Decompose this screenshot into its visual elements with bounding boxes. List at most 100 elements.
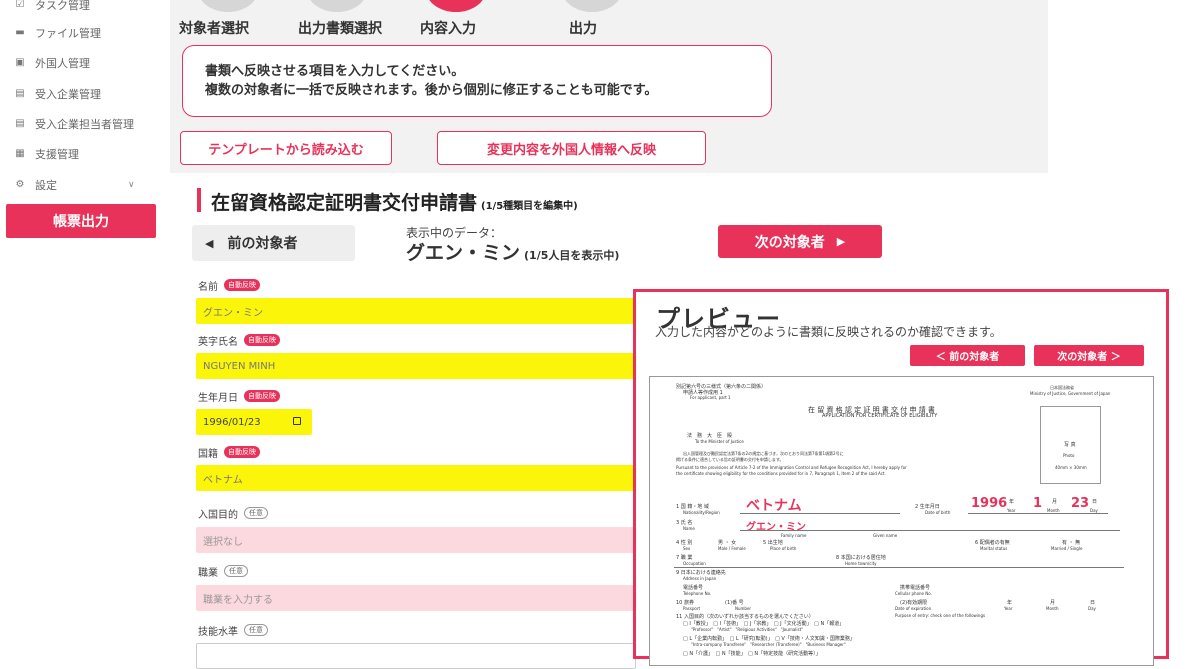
birthdate-value: 1996/01/23: [203, 416, 261, 428]
field-label-entry-purpose: 入国目的 任意: [198, 505, 268, 521]
nationality-input[interactable]: ベトナム: [196, 465, 636, 491]
passport-label: 10 旅券: [676, 600, 694, 606]
sidebar-item-label: タスク管理: [35, 0, 90, 12]
sidebar-item-label: 受入企業担当者管理: [35, 118, 134, 131]
arrow-left-icon: ◀: [205, 236, 214, 250]
step-label: 出力書類選択: [298, 21, 382, 37]
field-label-occupation: 職業 任意: [198, 563, 248, 579]
sidebar-item-tasks[interactable]: ☑ タスク管理: [14, 0, 90, 15]
field-label-text: 職業: [198, 567, 218, 579]
sidebar-item-settings[interactable]: ⚙ 設定 ∨: [14, 175, 164, 195]
skill-level-input[interactable]: [196, 643, 636, 669]
purpose-options-en: "Professor" "Artist" "Religious Activiti…: [691, 627, 804, 632]
page-title: 在留資格認定証明書交付申請書 (1/5種類目を編集中): [211, 188, 578, 215]
document-title: 在留資格認定証明書交付申請書: [211, 192, 478, 214]
auto-reflect-badge: 自動反映: [244, 390, 280, 402]
subject-count: (1/5人目を表示中): [524, 249, 620, 262]
purpose-label-en: Purpose of entry: check one of the follo…: [895, 613, 986, 618]
apply-to-foreigner-button[interactable]: 変更内容を外国人情報へ反映: [437, 131, 706, 165]
step-label-active: 内容入力: [420, 21, 476, 37]
occupation-input[interactable]: 職業を入力する: [196, 585, 636, 611]
marital-label: 6 配偶者の有無: [975, 540, 1010, 546]
subject-name: グエン・ミン: [406, 242, 521, 264]
pob-label-en: Place of birth: [770, 546, 797, 551]
cell-label-en: Cellular phone No.: [895, 591, 932, 596]
next-subject-button[interactable]: 次の対象者 ▶: [718, 225, 882, 258]
sidebar-item-support[interactable]: ▦ 支援管理: [14, 144, 79, 164]
prev-subject-button[interactable]: ◀ 前の対象者: [192, 225, 355, 261]
document-progress: (1/5種類目を編集中): [481, 201, 578, 212]
showing-data-name: グエン・ミン (1/5人目を表示中): [406, 238, 619, 265]
sidebar-item-label: 受入企業管理: [35, 88, 101, 101]
marital-options-en: Married / Single: [1051, 546, 1083, 551]
checkbox-icon: ☑: [15, 0, 25, 10]
purpose-options: □ L「企業内転勤」 □ L「研究(転勤)」 □ V「技術・人文知識・国際業務」: [683, 636, 855, 642]
entry-purpose-select[interactable]: 選択なし: [196, 527, 636, 553]
dob-year: 1996: [971, 496, 1008, 511]
sidebar-item-foreigners[interactable]: ▣ 外国人管理: [14, 53, 90, 73]
step-label: 出力: [569, 21, 597, 37]
pob-label: 5 出生地: [763, 540, 783, 546]
sidebar-item-label: 外国人管理: [35, 57, 90, 70]
hometown-label: 8 本国における居住地: [836, 555, 886, 561]
document-preview: 別記第六号の三様式（第六条の二関係） 申請人等作成用 1 For applica…: [649, 376, 1154, 666]
clipboard-icon: ▦: [15, 148, 25, 159]
sex-options: 男 ・ 女: [718, 540, 737, 546]
step-indicator: [307, 0, 367, 12]
cell-label: 携帯電話番号: [900, 585, 931, 591]
id-card-icon: ▣: [15, 57, 25, 68]
step-panel: 対象者選択 出力書類選択 内容入力 出力 書類へ反映させる項目を入力してください…: [170, 0, 1048, 173]
sidebar-item-label: 支援管理: [35, 148, 79, 161]
preview-panel: プレビュー 入力した内容がどのように書類に反映されるのか確認できます。 ＜ 前の…: [633, 289, 1169, 666]
name-label-en: Name: [683, 526, 695, 531]
body-text: 掲げる条件に適合している旨の証明書の交付を申請します。: [676, 457, 784, 462]
body-text-en: Pursuant to the provisions of Article 7-…: [676, 465, 907, 470]
building-icon: ▤: [15, 88, 25, 99]
name-input[interactable]: グエン・ミン: [196, 298, 636, 324]
given-name-en: Given name: [873, 533, 898, 538]
nationality-label-en: Nationality/Region: [683, 510, 720, 515]
dob-label-en: Date of birth: [925, 510, 951, 515]
underline: [740, 530, 1120, 531]
month-unit: 月: [1052, 499, 1058, 505]
building-icon: ▤: [15, 118, 25, 129]
sidebar-item-forms-output[interactable]: 帳票出力: [6, 204, 156, 238]
phone-label-en: Telephone No.: [683, 591, 712, 596]
sidebar-item-company-contacts[interactable]: ▤ 受入企業担当者管理: [14, 114, 134, 134]
name-label: 3 氏 名: [676, 520, 693, 526]
preview-subtitle: 入力した内容がどのように書類に反映されるのか確認できます。: [655, 325, 1002, 339]
instruction-box: 書類へ反映させる項目を入力してください。 複数の対象者に一括で反映されます。後か…: [182, 45, 772, 117]
preview-next-button[interactable]: 次の対象者 ＞: [1034, 345, 1144, 366]
sidebar-item-files[interactable]: ▬ ファイル管理: [14, 23, 101, 43]
load-template-button[interactable]: テンプレートから読み込む: [180, 131, 392, 165]
row-divider: [674, 567, 1124, 568]
family-name-en: Family name: [781, 533, 807, 538]
dob-label: 2 生年月日: [915, 504, 940, 510]
step-indicator-active: [426, 0, 486, 12]
phone-label: 電話番号: [683, 585, 704, 591]
purpose-options: □ I「教授」 □ I「芸術」 □ J「宗教」 □ J「文化活動」 □ N「報道…: [683, 621, 845, 627]
sidebar-item-label: ファイル管理: [35, 27, 101, 40]
year-unit: 年: [1009, 499, 1015, 505]
step-label: 対象者選択: [179, 21, 249, 37]
english-name-input[interactable]: NGUYEN MINH: [196, 353, 636, 379]
field-label-text: 生年月日: [198, 392, 238, 404]
marital-options: 有 ・ 無: [1062, 540, 1081, 546]
optional-badge: 任意: [224, 565, 248, 577]
folder-icon: ▬: [15, 27, 25, 38]
auto-reflect-badge: 自動反映: [244, 334, 280, 346]
birthdate-input[interactable]: 1996/01/23: [196, 409, 312, 435]
next-subject-label: 次の対象者: [754, 234, 825, 251]
optional-badge: 任意: [244, 624, 268, 636]
field-label-text: 国籍: [198, 448, 218, 460]
sidebar-item-companies[interactable]: ▤ 受入企業管理: [14, 84, 101, 104]
field-label-skill-level: 技能水準 任意: [198, 622, 268, 638]
address-label-en: Address in Japan: [683, 576, 717, 581]
gear-icon: ⚙: [15, 179, 25, 190]
calendar-icon[interactable]: [293, 417, 301, 425]
preview-prev-button[interactable]: ＜ 前の対象者: [910, 345, 1025, 366]
field-label-text: 入国目的: [198, 509, 238, 521]
sidebar-item-label: 設定: [35, 179, 57, 192]
body-text-en: the certificate showing eligibility for …: [676, 471, 886, 476]
dob-day: 23: [1071, 496, 1090, 511]
